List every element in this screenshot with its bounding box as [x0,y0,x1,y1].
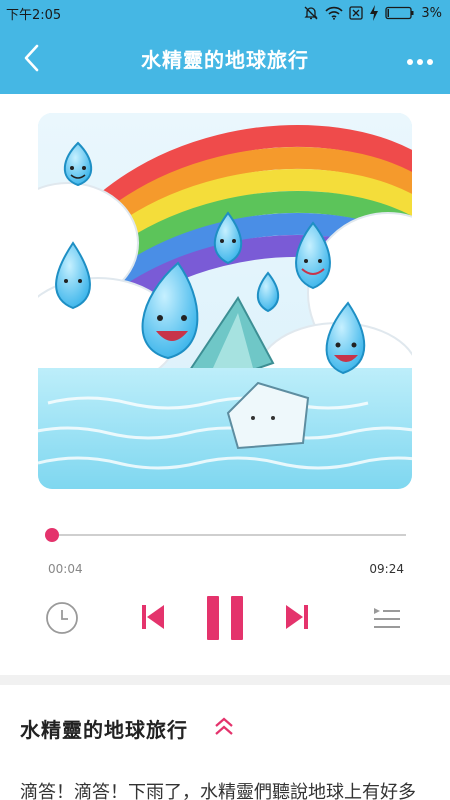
progress-thumb[interactable] [45,528,60,542]
progress-track [50,534,406,536]
more-dots-icon [406,51,434,70]
cover-illustration [38,113,412,489]
collapse-description-button[interactable] [210,716,238,742]
page-title: 水精靈的地球旅行 [141,48,309,72]
status-time: 下午2:05 [6,8,62,23]
playlist-icon [372,606,402,634]
previous-track-button[interactable] [137,603,169,635]
pause-icon [205,595,245,645]
wifi-icon [325,6,343,20]
next-icon [284,603,310,635]
track-description: 滴答！滴答！下雨了，水精靈們聽說地球上有好多 [20,782,416,800]
section-divider [0,675,450,685]
sim-icon [349,6,364,20]
battery-icon [385,6,415,20]
sleep-timer-button[interactable] [44,602,80,638]
track-title: 水精靈的地球旅行 [20,718,188,742]
charging-icon [369,5,379,21]
album-cover-image [38,113,412,489]
playlist-button[interactable] [370,604,404,636]
battery-percent: 3% [421,5,442,21]
top-app-bar: 水精靈的地球旅行 [0,26,450,94]
playback-controls [0,590,450,650]
elapsed-time: 00:04 [48,562,83,576]
status-bar: 下午2:05 3% [0,0,450,26]
total-time: 09:24 [369,562,404,576]
more-options-button[interactable] [402,42,438,78]
playback-progress-slider[interactable] [44,524,406,546]
back-button[interactable] [14,42,50,78]
chevron-left-icon [23,44,41,76]
play-pause-button[interactable] [202,594,248,646]
timer-icon [45,601,79,639]
next-track-button[interactable] [281,603,313,635]
chevron-double-up-icon [212,716,236,742]
mute-icon [303,5,319,21]
previous-icon [140,603,166,635]
status-icons: 3% [303,3,442,23]
